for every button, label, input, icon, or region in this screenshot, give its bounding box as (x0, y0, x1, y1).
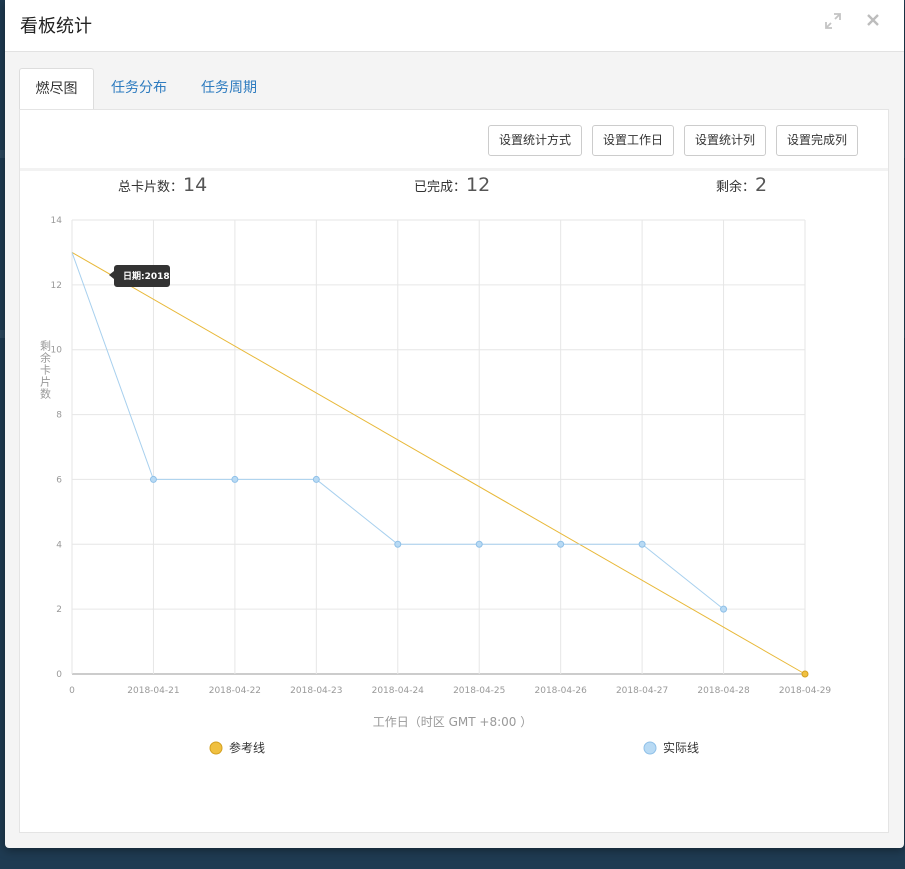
x-tick-label: 2018-04-21 (127, 686, 179, 696)
reference-point (801, 670, 809, 678)
y-tick-label: 10 (51, 346, 63, 356)
y-axis-title: 剩余卡片数 (40, 340, 51, 401)
tab-task-distribution[interactable]: 任务分布 (103, 68, 175, 110)
burndown-chart: 0 2 4 6 8 10 12 14 0 2018-04-21 2018-04-22 2018-04-… (40, 216, 832, 755)
x-axis-title: 工作日（时区 GMT +8:00 ） (373, 715, 532, 729)
reference-line (71, 251, 806, 675)
stat-done-label: 已完成： (414, 180, 467, 195)
tooltip-text: 日期:2018- (123, 270, 174, 282)
legend-actual-label: 实际线 (663, 740, 699, 755)
stat-remain-label: 剩余： (716, 180, 756, 195)
x-tick-label: 2018-04-27 (616, 686, 668, 696)
y-tick-label: 12 (51, 281, 62, 291)
set-workdays-button[interactable]: 设置工作日 (592, 125, 674, 156)
tab-bar: 燃尽图 任务分布 任务周期 (19, 68, 889, 110)
expand-icon[interactable] (824, 12, 842, 35)
actual-point (394, 540, 402, 548)
y-axis-title-char: 数 (40, 388, 51, 401)
y-tick-label: 4 (56, 540, 62, 550)
tab-task-cycle[interactable]: 任务周期 (193, 68, 265, 110)
y-tick-label: 6 (56, 475, 62, 485)
actual-point (312, 475, 320, 483)
tab-burndown[interactable]: 燃尽图 (19, 68, 94, 110)
set-stat-method-button[interactable]: 设置统计方式 (488, 125, 582, 156)
x-tick-label: 2018-04-22 (209, 686, 261, 696)
stat-total-value: 14 (183, 174, 208, 196)
set-stat-columns-button[interactable]: 设置统计列 (684, 125, 766, 156)
stat-total-label: 总卡片数： (118, 180, 184, 195)
dialog-title: 看板统计 (20, 16, 92, 37)
legend-reference-swatch (209, 741, 223, 755)
actual-point (720, 605, 728, 613)
stat-remain-value: 2 (755, 174, 768, 196)
y-axis-title-char: 余 (40, 351, 51, 365)
y-tick-label: 14 (51, 216, 63, 226)
actual-point (475, 540, 483, 548)
x-tick-label: 2018-04-25 (453, 686, 505, 696)
dialog-header: 看板统计 (5, 0, 904, 52)
burndown-panel: 设置统计方式 设置工作日 设置统计列 设置完成列 总卡片数：14 已完成：12 … (19, 109, 889, 833)
actual-point (638, 540, 646, 548)
stats-dialog: 看板统计 燃尽图 任务分布 任务周期 设置统计方式 设置工作日 设置统计列 设置… (5, 0, 904, 848)
legend-actual-swatch (643, 741, 657, 755)
divider (20, 168, 888, 171)
y-tick-label: 2 (56, 605, 62, 615)
x-tick-label: 2018-04-26 (535, 686, 588, 696)
legend-reference-label: 参考线 (229, 740, 265, 755)
x-tick-label: 2018-04-24 (372, 686, 425, 696)
stat-total: 总卡片数：14 (118, 174, 207, 196)
y-tick-label: 0 (56, 670, 62, 680)
x-tick-label: 0 (69, 686, 75, 696)
x-tick-label: 2018-04-23 (290, 686, 342, 696)
stat-done-value: 12 (466, 174, 491, 196)
x-tick-label: 2018-04-28 (697, 686, 750, 696)
x-tick-label: 2018-04-29 (779, 686, 832, 696)
y-tick-label: 8 (56, 411, 62, 421)
close-icon[interactable] (865, 12, 881, 33)
set-done-columns-button[interactable]: 设置完成列 (776, 125, 858, 156)
stat-remain: 剩余：2 (716, 174, 767, 196)
actual-point (149, 475, 157, 483)
actual-point (231, 475, 239, 483)
stat-done: 已完成：12 (414, 174, 490, 196)
actual-point (557, 540, 565, 548)
